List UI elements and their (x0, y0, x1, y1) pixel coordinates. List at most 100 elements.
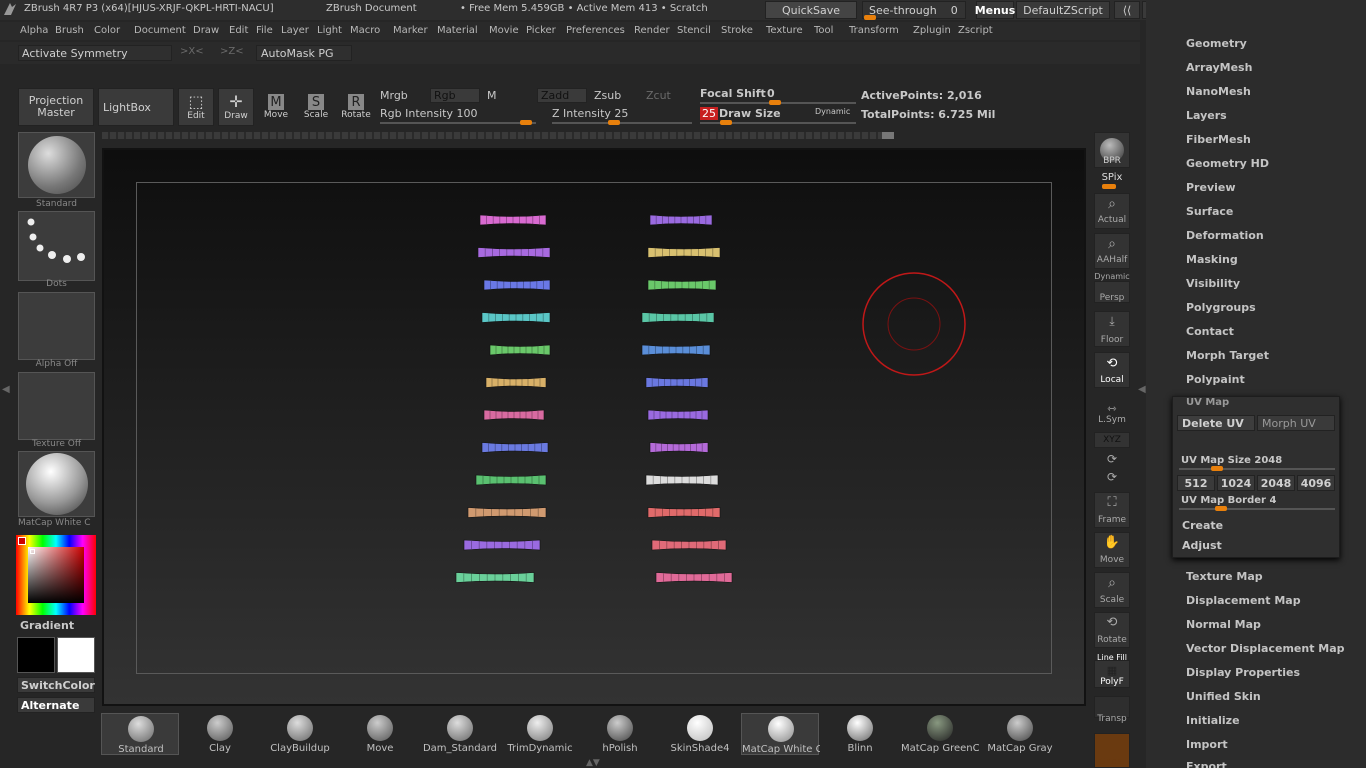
menu-stroke[interactable]: Stroke (721, 25, 753, 36)
menu-color[interactable]: Color (94, 25, 120, 36)
zcut-button[interactable]: Zcut (646, 89, 671, 102)
primary-color-swatch[interactable] (57, 637, 95, 673)
edit-button[interactable]: ⬚ Edit (178, 88, 214, 126)
secondary-color-swatch[interactable] (17, 637, 55, 673)
menu-picker[interactable]: Picker (526, 25, 556, 36)
menu-preferences[interactable]: Preferences (566, 25, 625, 36)
uv-create-section[interactable]: Create (1182, 519, 1223, 532)
shelf-brush-standard[interactable]: Standard (101, 713, 179, 755)
move-mode-button[interactable]: M Move (258, 88, 294, 126)
dynamic-toggle[interactable]: Dynamic (815, 107, 850, 116)
shelf-brush-dam-standard[interactable]: Dam_Standard (421, 713, 499, 755)
draw-button[interactable]: ✛ Draw (218, 88, 254, 126)
zadd-button[interactable]: Zadd (537, 88, 587, 103)
menu-light[interactable]: Light (317, 25, 342, 36)
palette-morph-target[interactable]: Morph Target (1186, 349, 1269, 362)
shelf-material-skinshade4[interactable]: SkinShade4 (661, 713, 739, 755)
see-through-knob[interactable] (864, 15, 876, 20)
right-tray-toggle-icon[interactable]: ◀ (1138, 384, 1146, 395)
lightbox-button[interactable]: LightBox (98, 88, 174, 126)
mrgb-button[interactable]: Mrgb (380, 89, 408, 102)
morph-uv-button[interactable]: Morph UV (1257, 415, 1335, 431)
palette-surface[interactable]: Surface (1186, 205, 1233, 218)
shelf-brush-move[interactable]: Move (341, 713, 419, 755)
draw-size-knob[interactable] (720, 120, 732, 125)
alpha-thumbnail[interactable] (18, 292, 95, 360)
shelf-expand-icon[interactable]: ▲▼ (586, 758, 600, 768)
shelf-brush-hpolish[interactable]: hPolish (581, 713, 659, 755)
menu-transform[interactable]: Transform (849, 25, 899, 36)
menu-macro[interactable]: Macro (350, 25, 380, 36)
uv-map-border-slider[interactable]: UV Map Border 4 (1181, 495, 1276, 506)
spix-knob[interactable] (1102, 184, 1116, 189)
menu-document[interactable]: Document (134, 25, 186, 36)
menu-layer[interactable]: Layer (281, 25, 309, 36)
zsub-button[interactable]: Zsub (594, 89, 621, 102)
color-picker[interactable] (16, 535, 96, 615)
uv-map-size-slider[interactable]: UV Map Size 2048 (1181, 455, 1282, 466)
palette-geometry-hd[interactable]: Geometry HD (1186, 157, 1269, 170)
palette-geometry[interactable]: Geometry (1186, 37, 1247, 50)
see-through-slider[interactable]: See-through 0 (862, 1, 966, 19)
palette-display-properties[interactable]: Display Properties (1186, 666, 1300, 679)
menu-draw[interactable]: Draw (193, 25, 219, 36)
switchcolor-button[interactable]: SwitchColor (17, 677, 95, 693)
gradient-button[interactable]: Gradient (20, 619, 74, 632)
palette-deformation[interactable]: Deformation (1186, 229, 1264, 242)
shelf-material-blinn[interactable]: Blinn (821, 713, 899, 755)
canvas-scroll-handle[interactable] (882, 132, 894, 139)
palette-normal-map[interactable]: Normal Map (1186, 618, 1261, 631)
palette-contact[interactable]: Contact (1186, 325, 1234, 338)
uv-map-title[interactable]: UV Map (1186, 397, 1229, 408)
menu-material[interactable]: Material (437, 25, 478, 36)
palette-displacement-map[interactable]: Displacement Map (1186, 594, 1301, 607)
delete-uv-button[interactable]: Delete UV (1177, 415, 1255, 431)
palette-texture-map[interactable]: Texture Map (1186, 570, 1263, 583)
palette-preview[interactable]: Preview (1186, 181, 1236, 194)
menu-render[interactable]: Render (634, 25, 670, 36)
palette-vector-displacement-map[interactable]: Vector Displacement Map (1186, 642, 1345, 655)
palette-visibility[interactable]: Visibility (1186, 277, 1240, 290)
menu-brush[interactable]: Brush (55, 25, 84, 36)
z-intensity-knob[interactable] (608, 120, 620, 125)
palette-fibermesh[interactable]: FiberMesh (1186, 133, 1251, 146)
color-square[interactable] (28, 547, 84, 603)
palette-export[interactable]: Export (1186, 760, 1227, 768)
quicksave-button[interactable]: QuickSave (765, 1, 857, 19)
texture-thumbnail[interactable] (18, 372, 95, 440)
menus-button[interactable]: Menus (975, 1, 1015, 19)
menu-marker[interactable]: Marker (393, 25, 428, 36)
z-intensity-slider[interactable]: Z Intensity 25 (552, 107, 628, 120)
spix-slider[interactable]: SPix (1092, 172, 1132, 183)
uv-map-size-knob[interactable] (1211, 466, 1223, 471)
symmetry-x-button[interactable]: >X< (180, 46, 204, 57)
shelf-material-matcap-greenclay[interactable]: MatCap GreenCl (901, 713, 979, 755)
rotate-y-icon[interactable]: ⟳ (1092, 452, 1132, 466)
focal-shift-label[interactable]: Focal Shift (700, 87, 766, 100)
material-thumbnail[interactable] (18, 451, 95, 517)
menu-stencil[interactable]: Stencil (677, 25, 711, 36)
palette-layers[interactable]: Layers (1186, 109, 1227, 122)
uv-adjust-section[interactable]: Adjust (1182, 539, 1222, 552)
symmetry-z-button[interactable]: >Z< (220, 46, 244, 57)
projection-master-button[interactable]: Projection Master (18, 88, 94, 126)
uv-size-2048-button[interactable]: 2048 (1257, 475, 1295, 491)
menu-zscript[interactable]: Zscript (958, 25, 993, 36)
brush-thumbnail[interactable] (18, 132, 95, 198)
palette-nanomesh[interactable]: NanoMesh (1186, 85, 1251, 98)
shelf-brush-clay[interactable]: Clay (181, 713, 259, 755)
focal-shift-knob[interactable] (769, 100, 781, 105)
menu-texture[interactable]: Texture (766, 25, 803, 36)
menu-movie[interactable]: Movie (489, 25, 519, 36)
rgb-button[interactable]: Rgb (430, 88, 480, 103)
menu-alpha[interactable]: Alpha (20, 25, 48, 36)
alternate-button[interactable]: Alternate (17, 697, 95, 713)
m-button[interactable]: M (487, 89, 497, 102)
menu-zplugin[interactable]: Zplugin (913, 25, 951, 36)
draw-size-slider[interactable]: Draw Size (719, 107, 781, 120)
palette-import[interactable]: Import (1186, 738, 1228, 751)
scale-mode-button[interactable]: S Scale (298, 88, 334, 126)
uv-size-1024-button[interactable]: 1024 (1217, 475, 1255, 491)
lsym-button[interactable]: L.Sym (1092, 415, 1132, 425)
prev-icon[interactable]: ⟨⟨ (1114, 1, 1140, 19)
